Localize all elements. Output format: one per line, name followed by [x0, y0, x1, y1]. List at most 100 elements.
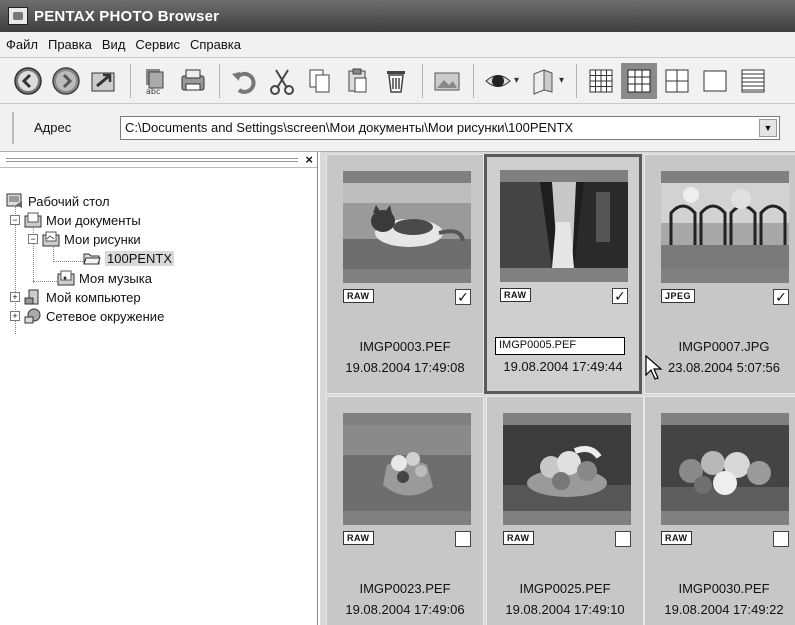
documents-folder-icon — [24, 212, 42, 228]
thumbnail-item[interactable]: RAW ✓ IMGP0003.PEF 19.08.2004 17:49:08 — [326, 154, 484, 394]
view-pages-icon[interactable] — [525, 63, 561, 99]
image-icon[interactable] — [429, 63, 465, 99]
format-badge: RAW — [661, 531, 692, 545]
pane-grip[interactable] — [6, 158, 298, 162]
chevron-down-icon[interactable]: ▼ — [759, 119, 777, 137]
tree-item-my-documents[interactable]: − Мои документы — [10, 211, 141, 229]
address-field[interactable]: C:\Documents and Settings\screen\Мои док… — [120, 116, 780, 140]
file-date: 19.08.2004 17:49:10 — [505, 602, 625, 617]
forward-icon[interactable] — [48, 63, 84, 99]
mouse-cursor-icon — [645, 355, 663, 380]
single-view-icon[interactable] — [697, 63, 733, 99]
collapse-icon[interactable]: − — [10, 215, 20, 225]
title-bar: PENTAX PHOTO Browser — [0, 0, 795, 32]
tree-item-my-computer[interactable]: + Мой компьютер — [10, 288, 141, 306]
tree-item-network[interactable]: + Сетевое окружение — [10, 307, 164, 325]
tree-item-label: Мой компьютер — [46, 289, 141, 305]
folder-tree: Рабочий стол − Мои документы − Мои рисун… — [0, 168, 317, 334]
photo-flowers — [343, 425, 471, 511]
cut-icon[interactable] — [264, 63, 300, 99]
expand-icon[interactable]: + — [10, 292, 20, 302]
menu-view[interactable]: Вид — [102, 37, 126, 52]
view-eye-icon[interactable] — [480, 63, 516, 99]
back-icon[interactable] — [10, 63, 46, 99]
file-name: IMGP0030.PEF — [678, 581, 770, 596]
toolbar-separator — [473, 63, 474, 98]
chevron-down-icon[interactable]: ▾ — [559, 75, 564, 86]
file-name: IMGP0003.PEF — [359, 339, 451, 354]
undo-icon[interactable] — [226, 63, 262, 99]
print-icon[interactable] — [175, 63, 211, 99]
tree-item-my-music[interactable]: Моя музыка — [57, 269, 152, 287]
tree-item-label: Сетевое окружение — [46, 308, 165, 324]
toolbar-separator — [422, 63, 423, 98]
window-title: PENTAX PHOTO Browser — [34, 7, 220, 25]
tree-item-label: Моя музыка — [79, 270, 152, 286]
expand-icon[interactable]: + — [10, 311, 20, 321]
details-icon[interactable] — [735, 63, 771, 99]
file-date: 19.08.2004 17:49:08 — [345, 360, 465, 375]
address-grip — [12, 112, 14, 144]
grid-large-icon[interactable] — [659, 63, 695, 99]
folder-tree-pane: × Рабочий стол − Мои документы − Мои рис… — [0, 152, 318, 625]
chevron-down-icon[interactable]: ▾ — [514, 75, 519, 86]
thumbnail-frame — [343, 413, 471, 525]
file-name: IMGP0023.PEF — [359, 581, 451, 596]
thumbnail-frame — [500, 170, 628, 282]
select-checkbox[interactable] — [773, 531, 789, 547]
app-icon — [8, 7, 28, 25]
format-badge: RAW — [343, 289, 374, 303]
menu-edit[interactable]: Правка — [48, 37, 92, 52]
thumbnail-item-selected[interactable]: RAW ✓ IMGP0005.PEF 19.08.2004 17:49:44 — [484, 154, 642, 394]
up-folder-icon[interactable] — [86, 63, 122, 99]
thumbnail-frame — [661, 171, 789, 283]
thumbnail-item[interactable]: RAW IMGP0030.PEF 19.08.2004 17:49:22 — [644, 396, 795, 625]
toolbar-separator — [576, 63, 578, 98]
toolbar-separator — [130, 63, 131, 98]
network-icon — [24, 308, 41, 324]
collapse-icon[interactable]: − — [28, 234, 38, 244]
tree-item-my-pictures[interactable]: − Мои рисунки — [28, 230, 141, 248]
tree-item-desktop[interactable]: Рабочий стол — [6, 192, 110, 210]
select-checkbox[interactable]: ✓ — [612, 288, 628, 304]
thumbnail-item[interactable]: RAW IMGP0025.PEF 19.08.2004 17:49:10 — [486, 396, 644, 625]
select-checkbox[interactable]: ✓ — [773, 289, 789, 305]
select-checkbox[interactable] — [455, 531, 471, 547]
format-badge: RAW — [500, 288, 531, 302]
grid-small-icon[interactable] — [583, 63, 619, 99]
select-checkbox[interactable] — [615, 531, 631, 547]
format-badge: RAW — [503, 531, 534, 545]
address-bar: Адрес C:\Documents and Settings\screen\М… — [0, 104, 795, 152]
thumbnail-grid: RAW ✓ IMGP0003.PEF 19.08.2004 17:49:08 R… — [320, 152, 795, 625]
tree-item-100pentx[interactable]: 100PENTX — [83, 249, 175, 267]
music-folder-icon — [57, 270, 75, 286]
format-badge: JPEG — [661, 289, 696, 303]
file-name: IMGP0025.PEF — [519, 581, 611, 596]
spellcheck-icon[interactable]: abc — [137, 63, 173, 99]
thumbnail-item[interactable]: RAW IMGP0023.PEF 19.08.2004 17:49:06 — [326, 396, 484, 625]
thumbnail-frame — [503, 413, 631, 525]
thumbnail-item[interactable]: JPEG ✓ IMGP0007.JPG 23.08.2004 5:07:56 — [644, 154, 795, 394]
menu-tools[interactable]: Сервис — [135, 37, 180, 52]
close-icon[interactable]: × — [305, 152, 313, 167]
delete-icon[interactable] — [378, 63, 414, 99]
rename-field[interactable]: IMGP0005.PEF — [495, 337, 625, 355]
pictures-folder-icon — [42, 231, 60, 247]
thumbnail-frame — [343, 171, 471, 283]
address-label: Адрес — [34, 120, 72, 135]
photo-alley — [500, 182, 628, 268]
tree-header: × — [0, 152, 317, 168]
photo-cat — [343, 183, 471, 269]
menu-help[interactable]: Справка — [190, 37, 241, 52]
photo-fence — [661, 183, 789, 269]
copy-icon[interactable] — [302, 63, 338, 99]
grid-medium-icon[interactable] — [621, 62, 658, 99]
toolbar: abc ▾ ▾ — [0, 58, 795, 104]
select-checkbox[interactable]: ✓ — [455, 289, 471, 305]
thumbnail-frame — [661, 413, 789, 525]
menu-file[interactable]: Файл — [6, 37, 38, 52]
paste-icon[interactable] — [340, 63, 376, 99]
file-date: 19.08.2004 17:49:06 — [345, 602, 465, 617]
tree-item-label: 100PENTX — [105, 250, 175, 266]
photo-fruit-basket — [503, 425, 631, 511]
